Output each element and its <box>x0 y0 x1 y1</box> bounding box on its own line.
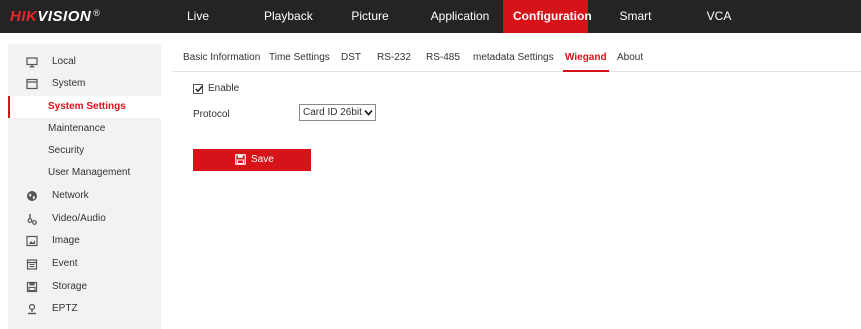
sidebar-item-label: Event <box>52 258 78 269</box>
topnav-picture[interactable]: Picture <box>337 0 403 33</box>
sidebar-item-storage[interactable]: Storage <box>8 276 161 298</box>
tab-about[interactable]: About <box>617 44 643 71</box>
chevron-down-icon <box>364 109 373 116</box>
video-audio-icon <box>26 213 38 225</box>
enable-checkbox[interactable] <box>193 84 203 94</box>
sidebar-item-eptz[interactable]: EPTZ <box>8 298 161 320</box>
enable-label: Enable <box>208 83 240 94</box>
sidebar-item-label: Maintenance <box>48 123 106 134</box>
topnav-application[interactable]: Application <box>420 0 500 33</box>
topnav-configuration[interactable]: Configuration <box>503 0 592 33</box>
sidebar-item-label: User Management <box>48 167 131 178</box>
logo-white-part: VISION <box>37 8 92 25</box>
tab-rs-485[interactable]: RS-485 <box>426 44 460 71</box>
protocol-select-value: Card ID 26bit <box>303 107 362 118</box>
sidebar: Local System System Settings Maintenance… <box>8 44 161 329</box>
save-button-label: Save <box>251 154 274 165</box>
sidebar-item-security[interactable]: Security <box>8 140 161 162</box>
sidebar-item-local[interactable]: Local <box>8 51 161 73</box>
tab-metadata-settings[interactable]: metadata Settings <box>473 44 554 71</box>
sidebar-item-system-settings[interactable]: System Settings <box>8 96 161 118</box>
hikvision-logo: HIKVISION ® <box>10 8 100 25</box>
save-button[interactable]: Save <box>193 149 311 171</box>
sidebar-item-maintenance[interactable]: Maintenance <box>8 118 161 140</box>
topnav-live-view[interactable]: Live View <box>165 0 231 56</box>
sidebar-item-label: Network <box>52 190 89 201</box>
sidebar-item-label: System Settings <box>48 101 126 112</box>
sidebar-item-label: System <box>52 78 86 89</box>
topnav-smart-display[interactable]: Smart Display <box>591 0 680 56</box>
top-navigation-bar: HIKVISION ® Live View Playback Picture Ap… <box>0 0 861 56</box>
globe-icon <box>26 190 38 202</box>
sidebar-item-user-management[interactable]: User Management <box>8 162 161 184</box>
sidebar-item-event[interactable]: Event <box>8 253 161 275</box>
monitor-icon <box>26 56 38 68</box>
logo-red-part: HIK <box>10 8 38 25</box>
event-icon <box>26 258 38 270</box>
protocol-select[interactable]: Card ID 26bit <box>299 104 376 121</box>
sidebar-item-label: Image <box>52 235 80 246</box>
sidebar-item-label: Video/Audio <box>52 213 106 224</box>
tab-dst[interactable]: DST <box>341 44 361 71</box>
sidebar-item-label: Local <box>52 56 76 67</box>
sidebar-item-video-audio[interactable]: Video/Audio <box>8 208 161 230</box>
settings-tabs: Basic Information Time Settings DST RS-2… <box>173 44 861 72</box>
tab-time-settings[interactable]: Time Settings <box>269 44 330 71</box>
tab-wiegand[interactable]: Wiegand <box>563 44 609 72</box>
sidebar-item-network[interactable]: Network <box>8 185 161 207</box>
checkmark-icon <box>195 85 203 93</box>
sidebar-item-label: EPTZ <box>52 303 78 314</box>
topnav-vca[interactable]: VCA <box>692 0 746 33</box>
image-icon <box>26 235 38 247</box>
protocol-label: Protocol <box>193 109 230 120</box>
registered-mark: ® <box>93 8 101 18</box>
sidebar-item-label: Storage <box>52 281 88 292</box>
topnav-playback[interactable]: Playback <box>254 0 320 33</box>
sidebar-item-image[interactable]: Image <box>8 230 161 252</box>
tab-rs-232[interactable]: RS-232 <box>377 44 411 71</box>
sidebar-item-label: Security <box>48 145 85 156</box>
system-icon <box>26 78 38 90</box>
eptz-icon <box>26 303 38 315</box>
storage-icon <box>26 281 38 293</box>
tab-basic-information[interactable]: Basic Information <box>183 44 260 71</box>
sidebar-item-system[interactable]: System <box>8 73 161 95</box>
floppy-disk-icon <box>235 154 246 165</box>
